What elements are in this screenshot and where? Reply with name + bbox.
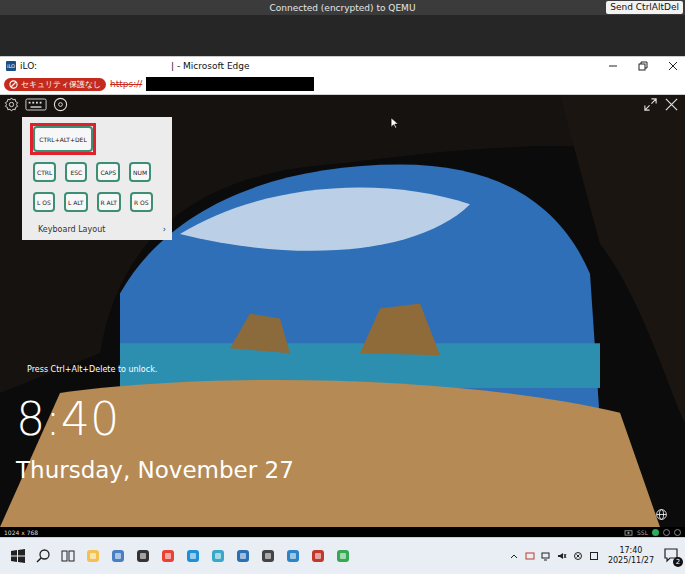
vnc-background	[0, 15, 685, 56]
search-icon[interactable]	[35, 548, 51, 564]
console-toolbar	[4, 97, 679, 112]
taskbar: 17:402025/11/27 2	[0, 537, 685, 574]
key-highlight-frame: CTRL+ALT+DEL	[30, 123, 96, 155]
key-row: CTRL+ALT+DEL	[30, 123, 166, 155]
key-button[interactable]: L ALT	[64, 192, 88, 212]
notification-count: 2	[673, 557, 683, 567]
remote-icon[interactable]	[285, 548, 301, 564]
key-highlight-frame: ESC	[62, 159, 90, 185]
restore-icon[interactable]	[637, 60, 649, 72]
console-status-bar: 1024 x 768 SSL	[0, 527, 685, 537]
key-button[interactable]: CAPS	[96, 162, 120, 182]
keyboard-icon[interactable]	[25, 98, 47, 111]
key-button[interactable]: ESC	[65, 162, 87, 182]
network-tray-icon[interactable]	[541, 551, 551, 561]
windows-start-icon[interactable]	[10, 548, 26, 564]
url-scheme: https://	[110, 79, 142, 89]
submenu-arrow-icon: ›	[163, 225, 166, 234]
virtual-media-disc-icon[interactable]	[53, 97, 68, 112]
terminal-icon[interactable]	[135, 548, 151, 564]
warning-icon	[9, 80, 18, 89]
close-icon[interactable]	[667, 60, 679, 72]
vnc-bar: Connected (encrypted) to QEMU Send CtrlAl…	[0, 0, 685, 15]
unlock-hint: Press Ctrl+Alt+Delete to unlock.	[27, 365, 157, 374]
window-title-suffix: | - Microsoft Edge	[171, 61, 249, 71]
show-hidden-icons-icon[interactable]	[509, 551, 519, 561]
key-button[interactable]: R ALT	[97, 192, 121, 212]
action-center-button[interactable]: 2	[663, 547, 681, 565]
mouse-cursor-icon	[390, 117, 399, 129]
taskbar-clock[interactable]: 17:402025/11/27	[608, 546, 654, 566]
key-button[interactable]: R OS	[130, 192, 153, 212]
globe-icon[interactable]	[655, 508, 668, 521]
file-explorer-icon[interactable]	[85, 548, 101, 564]
alert-tray-icon[interactable]	[573, 551, 583, 561]
ssl-indicator: SSL	[637, 529, 648, 536]
key-highlight-frame: CTRL	[30, 159, 59, 185]
browser-title-bar: iLO iLO: | - Microsoft Edge	[0, 56, 685, 74]
lock-time: 8:40	[16, 392, 119, 446]
clock-date: 2025/11/27	[608, 556, 654, 566]
computer-icon[interactable]	[110, 548, 126, 564]
edge-icon[interactable]	[185, 548, 201, 564]
minimize-icon[interactable]	[607, 60, 619, 72]
keyboard-menu: CTRL+ALT+DEL CTRL ESC CAPS NUM L OS L ALT R ALT…	[22, 117, 172, 240]
key-button[interactable]: CTRL+ALT+DEL	[33, 126, 93, 152]
network-icon[interactable]	[235, 548, 251, 564]
uid-status-icon	[674, 529, 681, 536]
clock-time: 17:40	[619, 546, 642, 556]
address-bar[interactable]: セキュリティ保護なし https://	[0, 74, 685, 95]
key-highlight-frame: R OS	[127, 189, 156, 215]
key-button[interactable]: CTRL	[33, 162, 56, 182]
task-view-icon[interactable]	[60, 548, 76, 564]
window-title: iLO:	[20, 61, 37, 71]
chrome-icon[interactable]	[160, 548, 176, 564]
key-row: L OS L ALT R ALT R OS	[30, 189, 166, 215]
key-highlight-frame: CAPS	[93, 159, 123, 185]
key-highlight-frame: R ALT	[94, 189, 124, 215]
gear-icon[interactable]	[4, 97, 19, 112]
key-highlight-frame: L OS	[30, 189, 58, 215]
chrome-profile-icon[interactable]	[335, 548, 351, 564]
camera-icon[interactable]	[624, 529, 633, 536]
lock-date: Thursday, November 27	[16, 455, 294, 485]
keyboard-layout-item[interactable]: Keyboard Layout ›	[30, 219, 166, 236]
keyboard-layout-label: Keyboard Layout	[38, 225, 105, 234]
screen: Connected (encrypted) to QEMU Send CtrlAl…	[0, 0, 685, 574]
key-row: CTRL ESC CAPS NUM	[30, 159, 166, 185]
security-tray-icon[interactable]	[525, 551, 535, 561]
connection-status: Connected (encrypted) to QEMU	[270, 3, 416, 13]
key-highlight-frame: NUM	[126, 159, 154, 185]
fullscreen-icon[interactable]	[643, 97, 658, 112]
health-status-icon	[663, 529, 670, 536]
security-warning[interactable]: セキュリティ保護なし	[4, 78, 106, 91]
app-icon[interactable]	[310, 548, 326, 564]
key-button[interactable]: NUM	[129, 162, 151, 182]
power-status-icon	[652, 529, 659, 536]
volume-icon[interactable]	[557, 551, 567, 561]
resolution: 1024 x 768	[4, 529, 38, 536]
close-console-icon[interactable]	[664, 97, 679, 112]
send-ctrlaltdel-button[interactable]: Send CtrlAltDel	[606, 1, 683, 14]
key-button[interactable]: L OS	[33, 192, 55, 212]
key-highlight-frame: L ALT	[61, 189, 91, 215]
tablet-icon[interactable]	[210, 548, 226, 564]
ime-tray-icon[interactable]	[589, 551, 599, 561]
remote-console[interactable]: CTRL+ALT+DEL CTRL ESC CAPS NUM L OS L ALT R ALT…	[0, 95, 685, 527]
settings-icon[interactable]	[260, 548, 276, 564]
ilo-favicon-icon: iLO	[6, 61, 16, 71]
redacted-url	[146, 77, 314, 91]
